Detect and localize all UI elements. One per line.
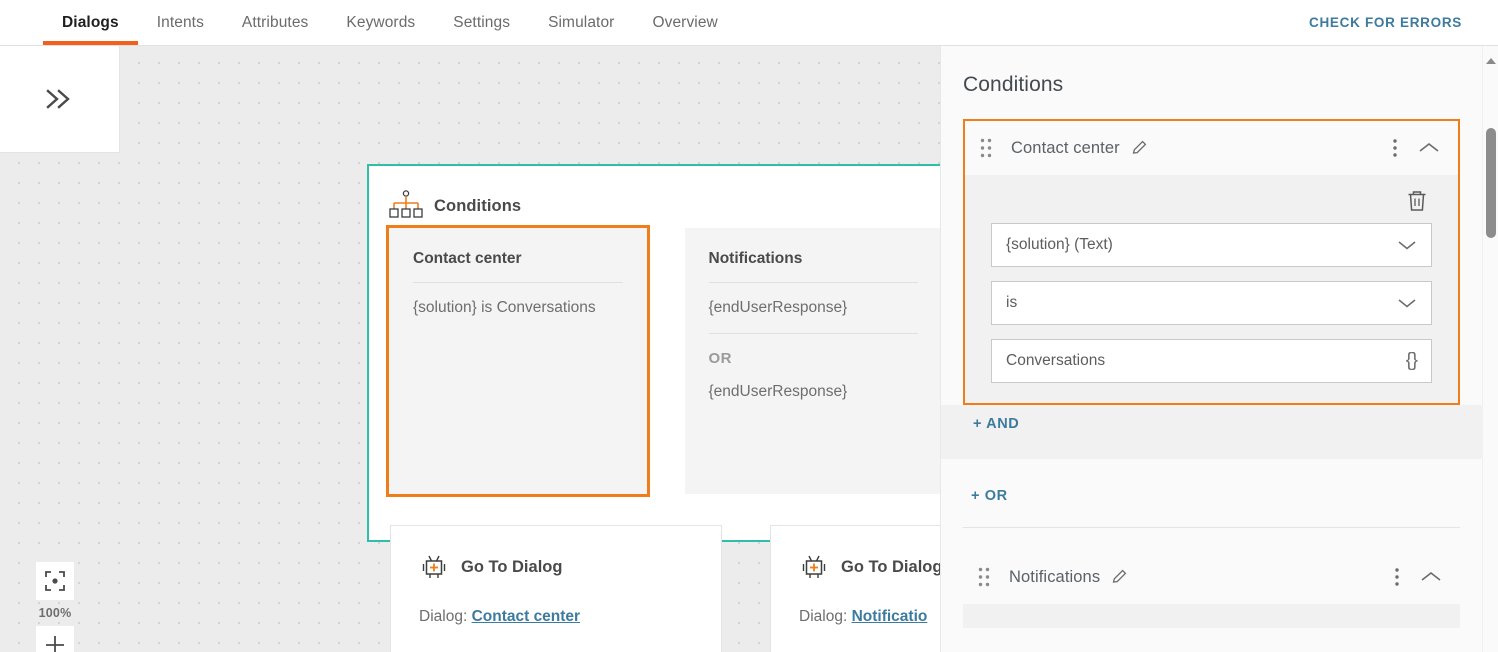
tab-label: Dialogs	[62, 14, 119, 32]
tab-list: Dialogs Intents Attributes Keywords Sett…	[43, 0, 737, 45]
tab-label: Attributes	[242, 14, 308, 32]
goto-dialog-card-contact-center[interactable]: Go To Dialog Dialog: Contact center	[390, 525, 722, 652]
tab-label: Simulator	[548, 14, 614, 32]
branch-card-notifications[interactable]: Notifications {endUserResponse} OR {endU…	[685, 228, 941, 494]
branch-card-contact-center[interactable]: Contact center {solution} is Conversatio…	[389, 228, 647, 494]
add-or-zone: + OR	[963, 459, 1460, 527]
fit-to-screen-icon	[44, 570, 66, 592]
condition-name: Notifications	[1009, 568, 1100, 587]
panel-content: Conditions Contact center	[941, 46, 1482, 652]
tab-simulator[interactable]: Simulator	[529, 0, 633, 45]
zoom-level-label: 100%	[39, 606, 72, 620]
goto-dialog-card-notifications[interactable]: Go To Dialog Dialog: Notificatio	[770, 525, 940, 652]
robot-add-icon	[419, 552, 449, 582]
tab-settings[interactable]: Settings	[434, 0, 529, 45]
tab-label: Overview	[652, 14, 717, 32]
dialog-canvas[interactable]: Conditions Contact center {solution} is …	[0, 46, 940, 652]
expand-sidebar-button[interactable]	[0, 46, 120, 153]
zoom-controls: 100%	[36, 562, 74, 652]
branch-condition-text: {endUserResponse}	[709, 283, 919, 317]
goto-dialog-link[interactable]: Notificatio	[852, 608, 928, 625]
delete-row	[991, 183, 1432, 223]
condition-header-row[interactable]: Contact center	[965, 121, 1458, 175]
app-root: Dialogs Intents Attributes Keywords Sett…	[0, 0, 1498, 652]
condition-operator-value: is	[1006, 294, 1017, 312]
goto-dialog-title: Go To Dialog	[841, 558, 940, 577]
condition-attribute-select[interactable]: {solution} (Text)	[991, 223, 1432, 267]
kebab-menu-icon[interactable]	[1394, 567, 1400, 587]
condition-header-row[interactable]: Notifications	[963, 550, 1460, 604]
condition-value-text: Conversations	[1006, 352, 1105, 370]
branch-condition-text: {endUserResponse}	[709, 367, 919, 401]
robot-add-icon	[799, 552, 829, 582]
chevron-down-icon[interactable]	[1397, 239, 1417, 251]
branch-list: Contact center {solution} is Conversatio…	[369, 228, 940, 494]
branch-condition-text: {solution} is Conversations	[413, 283, 623, 317]
conditions-branch-icon	[389, 189, 423, 223]
goto-dialog-field-label: Dialog:	[419, 608, 467, 625]
top-tab-bar: Dialogs Intents Attributes Keywords Sett…	[0, 0, 1498, 46]
goto-dialog-body: Dialog: Notificatio	[799, 582, 940, 626]
tab-label: Intents	[157, 14, 204, 32]
field-adornment	[1397, 297, 1417, 309]
panel-title: Conditions	[941, 46, 1482, 97]
add-and-button[interactable]: + AND	[973, 416, 1019, 432]
pencil-icon[interactable]	[1131, 139, 1149, 157]
kebab-menu-icon[interactable]	[1392, 138, 1398, 158]
condition-body	[963, 604, 1460, 628]
goto-dialog-header: Go To Dialog	[799, 552, 940, 582]
tab-intents[interactable]: Intents	[138, 0, 223, 45]
pencil-icon[interactable]	[1111, 568, 1129, 586]
branch-title: Contact center	[413, 250, 623, 283]
tab-dialogs[interactable]: Dialogs	[43, 0, 138, 45]
chevron-up-icon[interactable]	[1418, 141, 1440, 155]
tab-label: Settings	[453, 14, 510, 32]
condition-block-notifications: Notifications	[963, 550, 1460, 628]
conditions-node-title: Conditions	[434, 197, 521, 216]
condition-value-input[interactable]: Conversations { }	[991, 339, 1432, 383]
panel-divider	[963, 527, 1460, 528]
branch-title: Notifications	[709, 250, 919, 283]
tab-attributes[interactable]: Attributes	[223, 0, 327, 45]
tab-overview[interactable]: Overview	[633, 0, 736, 45]
goto-dialog-link[interactable]: Contact center	[472, 608, 581, 625]
add-and-zone: + AND	[941, 405, 1482, 459]
drag-handle-icon[interactable]	[977, 137, 995, 159]
chevron-down-icon[interactable]	[1397, 297, 1417, 309]
curly-braces-icon[interactable]: { }	[1406, 350, 1417, 372]
check-for-errors-label: CHECK FOR ERRORS	[1309, 15, 1462, 30]
conditions-node-header: Conditions	[369, 166, 940, 228]
zoom-in-button[interactable]	[36, 626, 74, 652]
chevron-double-right-icon	[43, 86, 77, 112]
field-adornment	[1397, 239, 1417, 251]
goto-dialog-body: Dialog: Contact center	[419, 582, 721, 626]
condition-operator-select[interactable]: is	[991, 281, 1432, 325]
plus-icon	[43, 633, 67, 652]
condition-attribute-value: {solution} (Text)	[1006, 236, 1113, 254]
fit-to-screen-button[interactable]	[36, 562, 74, 600]
condition-body: {solution} (Text) is	[965, 175, 1458, 403]
branch-or-label: OR	[709, 334, 919, 367]
condition-block-contact-center: Contact center	[963, 119, 1460, 405]
conditions-side-panel: Conditions Contact center	[940, 46, 1498, 652]
scroll-up-button[interactable]	[1483, 53, 1498, 69]
check-for-errors-button[interactable]: CHECK FOR ERRORS	[1309, 0, 1462, 45]
goto-dialog-field-label: Dialog:	[799, 608, 847, 625]
drag-handle-icon[interactable]	[975, 566, 993, 588]
goto-dialog-title: Go To Dialog	[461, 558, 562, 577]
condition-name: Contact center	[1011, 139, 1120, 158]
tab-label: Keywords	[346, 14, 415, 32]
conditions-node[interactable]: Conditions Contact center {solution} is …	[367, 164, 940, 542]
chevron-up-icon[interactable]	[1420, 570, 1442, 584]
goto-dialog-header: Go To Dialog	[419, 552, 721, 582]
tab-keywords[interactable]: Keywords	[327, 0, 434, 45]
panel-scrollbar[interactable]	[1482, 46, 1498, 652]
trash-icon[interactable]	[1406, 189, 1428, 213]
add-or-button[interactable]: + OR	[971, 488, 1008, 504]
scrollbar-thumb[interactable]	[1486, 128, 1496, 238]
scroll-up-arrow-icon	[1485, 57, 1497, 65]
